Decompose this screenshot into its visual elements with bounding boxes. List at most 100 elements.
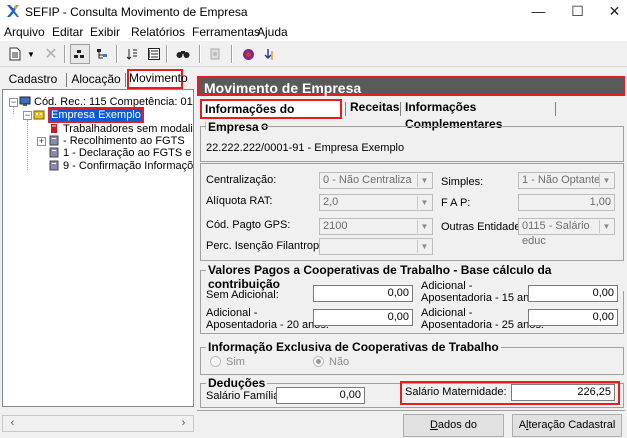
tree-item-label: - Recolhimento ao FGTS: [63, 135, 185, 147]
radio-nao-label: Não: [329, 356, 350, 368]
toolbar-separator: [199, 45, 201, 63]
title-bar: SEFIP - Consulta Movimento de Empresa — …: [0, 0, 627, 22]
tab-informacoes-complementares[interactable]: Informações Complementares: [402, 99, 554, 131]
menu-ajuda[interactable]: Ajuda: [257, 25, 288, 39]
tab-receitas[interactable]: Receitas: [347, 99, 399, 119]
chevron-down-icon: ▼: [599, 174, 613, 187]
chevron-down-icon: ▼: [417, 174, 431, 187]
tree-item-label: 1 - Declaração ao FGTS e: [63, 147, 192, 159]
tab-divider: [125, 73, 126, 87]
empresa-group-title: Empresa: [206, 120, 261, 134]
building-icon: [33, 110, 45, 120]
ap15-label-line1: Adicional -: [421, 280, 473, 292]
menu-exibir[interactable]: Exibir: [90, 25, 120, 39]
find-icon[interactable]: [172, 44, 194, 64]
tab-cadastro[interactable]: Cadastro: [2, 71, 64, 89]
list-view-icon[interactable]: [70, 44, 90, 64]
collapse-icon[interactable]: −: [23, 111, 32, 120]
tab-divider: [400, 102, 401, 116]
tab-divider: [555, 102, 556, 116]
deducoes-group-title: Deduções: [206, 376, 268, 390]
chevron-down-icon: ▼: [417, 240, 431, 253]
empresa-value: 22.222.222/0001-91 - Empresa Exemplo: [206, 142, 405, 154]
isencao-select[interactable]: ▼: [319, 238, 433, 255]
sem-adicional-label: Sem Adicional:: [206, 289, 279, 301]
ap20-input[interactable]: 0,00: [313, 309, 413, 326]
ap25-label-line1: Adicional -: [421, 307, 473, 319]
salario-familia-label: Salário Família:: [206, 390, 283, 402]
scroll-right-icon[interactable]: ›: [176, 417, 191, 430]
delete-icon[interactable]: ✕: [40, 44, 62, 64]
isencao-label: Perc. Isenção Filantropia:: [206, 240, 331, 252]
tree-horizontal-scrollbar[interactable]: ‹ ›: [2, 415, 194, 432]
document-stack-icon: [49, 160, 59, 171]
aliquota-label: Alíquota RAT:: [206, 195, 273, 207]
ap20-label-line1: Adicional -: [206, 307, 258, 319]
tree-view-icon[interactable]: [92, 44, 112, 64]
radio-sim[interactable]: [210, 356, 221, 367]
outras-entidades-label: Outras Entidades:: [441, 221, 530, 233]
window-title: SEFIP - Consulta Movimento de Empresa: [25, 5, 248, 19]
expand-icon[interactable]: +: [37, 137, 46, 146]
tree-company-label: Empresa Exemplo: [48, 107, 144, 123]
centralizacao-select[interactable]: 0 - Não Centraliza ▼: [319, 172, 433, 189]
salario-familia-input[interactable]: 0,00: [276, 387, 365, 404]
panel-title: Movimento de Empresa: [204, 80, 362, 96]
tree-item-confirmacao[interactable]: 9 - Confirmação Informaçõe: [48, 160, 194, 174]
tree-item-declaracao[interactable]: 1 - Declaração ao FGTS e: [48, 147, 191, 161]
exclusiva-group-title: Informação Exclusiva de Cooperativas de …: [206, 340, 501, 354]
document-stack-icon: [49, 135, 59, 146]
toolbar-separator: [166, 45, 168, 63]
tab-alocacao[interactable]: Alocação: [68, 71, 124, 89]
menu-bar: Arquivo Editar Exibir Relatórios Ferrame…: [0, 22, 627, 41]
dropdown-arrow-icon[interactable]: ▼: [26, 44, 36, 64]
toolbar: ▼ ✕: [0, 41, 627, 67]
tab-movimento[interactable]: Movimento: [127, 69, 188, 89]
chevron-down-icon: ▼: [599, 220, 613, 233]
details-icon[interactable]: [144, 44, 164, 64]
tree-item-label: 9 - Confirmação Informaçõe: [63, 160, 194, 172]
simples-select[interactable]: 1 - Não Optante ▼: [518, 172, 615, 189]
tree-item-company[interactable]: Empresa Exemplo: [33, 107, 144, 123]
ap15-input[interactable]: 0,00: [528, 285, 618, 302]
sem-adicional-input[interactable]: 0,00: [313, 285, 413, 302]
tab-informacoes-movimento[interactable]: Informações do Movimento: [200, 99, 342, 133]
bottom-divider: [197, 410, 625, 411]
workers-icon: [51, 124, 57, 133]
alteracao-cadastral-button[interactable]: Alteração Cadastral: [512, 414, 622, 437]
transfer-icon[interactable]: [260, 44, 280, 64]
dados-movimento-button[interactable]: Dados do Movimento: [403, 414, 504, 437]
radio-nao[interactable]: [313, 356, 324, 367]
sort-icon[interactable]: [122, 44, 142, 64]
close-button[interactable]: ✕: [592, 0, 627, 22]
tab-divider: [66, 73, 67, 87]
menu-editar[interactable]: Editar: [52, 25, 83, 39]
menu-ferramentas[interactable]: Ferramentas: [192, 25, 260, 39]
collapse-icon[interactable]: −: [9, 98, 18, 107]
panel-header: Movimento de Empresa: [197, 76, 625, 96]
fap-input[interactable]: 1,00: [518, 194, 615, 211]
new-document-icon[interactable]: [4, 44, 26, 64]
salario-maternidade-label: Salário Maternidade:: [405, 386, 507, 398]
sefip-app-icon: [7, 5, 19, 17]
menu-relatorios[interactable]: Relatórios: [131, 25, 185, 39]
menu-arquivo[interactable]: Arquivo: [4, 25, 45, 39]
toolbar-separator: [116, 45, 118, 63]
tree-item-label: Trabalhadores sem modalid: [63, 123, 194, 135]
ap20-label-line2: Aposentadoria - 20 anos:: [206, 319, 329, 331]
chevron-down-icon: ▼: [417, 196, 431, 209]
fap-label: F A P:: [441, 197, 471, 209]
centralizacao-label: Centralização:: [206, 174, 277, 186]
ap15-label-line2: Aposentadoria - 15 anos:: [421, 292, 544, 304]
chevron-down-icon: ▼: [417, 220, 431, 233]
scroll-left-icon[interactable]: ‹: [5, 417, 20, 430]
gps-select[interactable]: 2100 ▼: [319, 218, 433, 235]
salario-maternidade-input[interactable]: 226,25: [511, 384, 615, 401]
outras-entidades-select[interactable]: 0115 - Salário educ ▼: [518, 218, 615, 247]
ap25-input[interactable]: 0,00: [528, 309, 618, 326]
aliquota-select[interactable]: 2,0 ▼: [319, 194, 433, 211]
toolbar-separator: [64, 45, 66, 63]
print-icon[interactable]: [205, 44, 225, 64]
record-icon[interactable]: [238, 44, 258, 64]
panel-tab-strip: Informações do Movimento Receitas Inform…: [200, 97, 625, 133]
